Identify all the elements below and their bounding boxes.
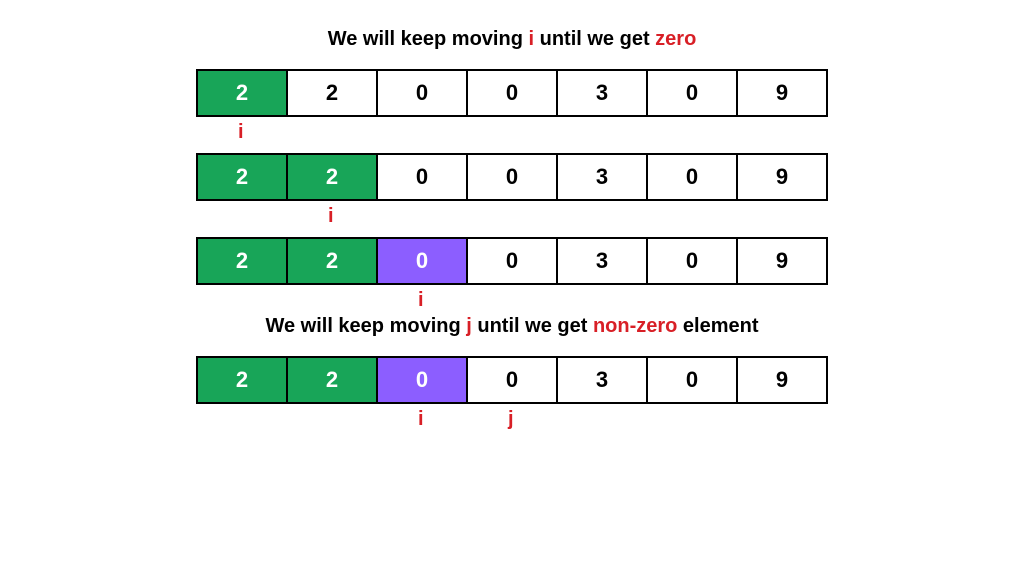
array-cell: 0: [376, 237, 468, 285]
array-cell: 2: [196, 153, 288, 201]
array-cell: 3: [556, 356, 648, 404]
caption-top-hl: zero: [655, 28, 696, 50]
array-cell: 2: [286, 237, 378, 285]
array-row: 2200309i: [196, 153, 828, 201]
array-cell: 0: [376, 356, 468, 404]
array-cell: 0: [646, 69, 738, 117]
array-row: 2200309i: [196, 237, 828, 285]
caption-bottom-post: element: [677, 315, 758, 337]
pointer-label-i: i: [196, 121, 286, 144]
pointer-label-i: i: [376, 289, 466, 312]
caption-top-mid: until we get: [534, 28, 655, 50]
array-cell: 0: [376, 153, 468, 201]
array-cell: 2: [286, 356, 378, 404]
caption-top-pre: We will keep moving: [328, 28, 529, 50]
array-cell: 3: [556, 153, 648, 201]
caption-bottom-pre: We will keep moving: [265, 315, 466, 337]
array-cell: 3: [556, 237, 648, 285]
pointer-label-j: j: [466, 408, 556, 431]
caption-bottom: We will keep moving j until we get non-z…: [265, 315, 758, 338]
array-cell: 2: [286, 69, 378, 117]
array-cell: 0: [646, 153, 738, 201]
array-cell: 9: [736, 356, 828, 404]
array-cell: 2: [286, 153, 378, 201]
array-cell: 2: [196, 356, 288, 404]
array-cell: 9: [736, 69, 828, 117]
caption-bottom-mid: until we get: [472, 315, 593, 337]
array-cell: 0: [376, 69, 468, 117]
array-cell: 0: [466, 69, 558, 117]
array-cell: 0: [646, 237, 738, 285]
array-cell: 3: [556, 69, 648, 117]
array-cell: 9: [736, 153, 828, 201]
caption-top: We will keep moving i until we get zero: [328, 28, 697, 51]
array-cell: 9: [736, 237, 828, 285]
array-cell: 2: [196, 237, 288, 285]
array-cell: 0: [466, 153, 558, 201]
array-row: 2200309ij: [196, 356, 828, 404]
array-cell: 2: [196, 69, 288, 117]
array-row: 2200309i: [196, 69, 828, 117]
pointer-label-i: i: [286, 205, 376, 228]
array-cell: 0: [466, 356, 558, 404]
pointer-label-i: i: [376, 408, 466, 431]
array-cell: 0: [646, 356, 738, 404]
rows-block-top: 2200309i 2200309i 2200309i: [196, 69, 828, 285]
rows-block-bottom: 2200309ij: [196, 356, 828, 404]
caption-bottom-hl: non-zero: [593, 315, 677, 337]
array-cell: 0: [466, 237, 558, 285]
